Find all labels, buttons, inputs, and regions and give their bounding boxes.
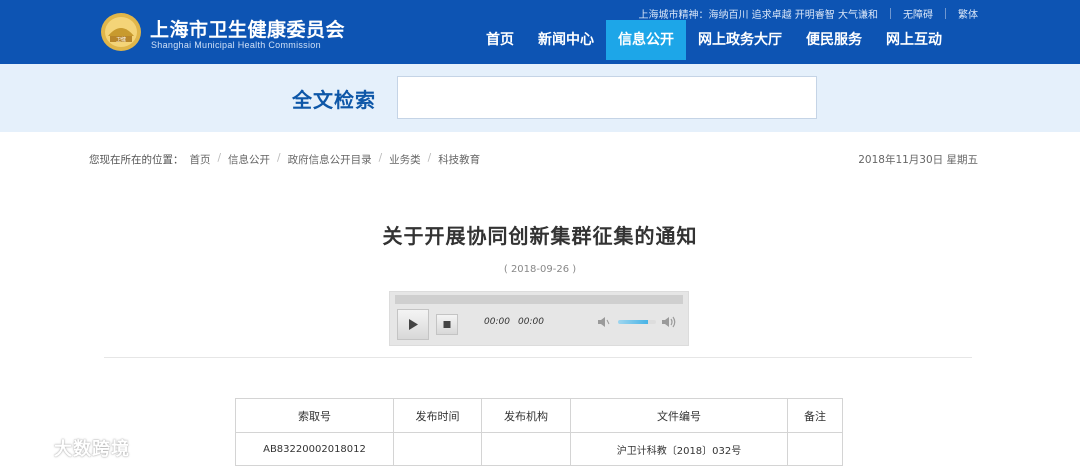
audio-player: 00:00 00:00: [389, 291, 689, 346]
city-slogan: 上海城市精神：海纳百川 追求卓越 开明睿智 大气谦和: [638, 9, 878, 21]
search-label: 全文检索: [292, 88, 376, 112]
current-time: 00:00: [484, 317, 510, 327]
stop-button[interactable]: [436, 314, 458, 335]
table-header-cell: 发布时间: [393, 398, 482, 433]
article-title: 关于开展协同创新集群征集的通知: [382, 224, 698, 248]
stop-icon: [443, 321, 451, 328]
accessibility-link[interactable]: 无障碍: [903, 6, 933, 21]
nav-item-news[interactable]: 新闻中心: [526, 20, 606, 60]
table-header-cell: 文件编号: [570, 398, 788, 433]
emblem-logo-icon[interactable]: 卫健: [100, 12, 142, 52]
site-header: 卫健 上海市卫生健康委员会 Shanghai Municipal Health …: [0, 0, 1080, 64]
breadcrumb-item-catalog[interactable]: 政府信息公开目录: [288, 152, 372, 167]
table-cell: [787, 432, 843, 466]
breadcrumb-item-business[interactable]: 业务类: [389, 152, 421, 167]
document-info-table: 索取号 发布时间 发布机构 文件编号 备注 AB83220002018012 沪…: [235, 398, 843, 466]
duration-time: 00:00: [518, 317, 544, 327]
search-input[interactable]: [397, 76, 817, 119]
breadcrumb-separator: /: [217, 152, 222, 164]
breadcrumb-separator: /: [378, 152, 383, 164]
table-header-cell: 备注: [787, 398, 843, 433]
main-navigation: 首页 新闻中心 信息公开 网上政务大厅 便民服务 网上互动: [474, 20, 954, 60]
play-button[interactable]: [397, 309, 429, 340]
table-cell: 沪卫计科教〔2018〕032号: [570, 432, 788, 466]
play-icon: [409, 319, 418, 330]
nav-item-public-services[interactable]: 便民服务: [794, 20, 874, 60]
table-cell: AB83220002018012: [235, 432, 394, 466]
table-cell: [393, 432, 482, 466]
article-date: ( 2018-09-26 ): [503, 264, 577, 275]
nav-item-interaction[interactable]: 网上互动: [874, 20, 954, 60]
breadcrumb-separator: /: [427, 152, 432, 164]
content-divider: [104, 357, 972, 358]
site-title[interactable]: 上海市卫生健康委员会: [150, 15, 345, 42]
breadcrumb: 您现在所在的位置： 首页 / 信息公开 / 政府信息公开目录 / 业务类 / 科…: [89, 152, 480, 167]
volume-mute-icon[interactable]: [597, 315, 611, 329]
breadcrumb-prefix: 您现在所在的位置：: [89, 154, 184, 166]
watermark-logo-icon: [10, 438, 43, 459]
breadcrumb-item-info-disclosure[interactable]: 信息公开: [228, 152, 270, 167]
volume-level-fill: [618, 320, 649, 324]
table-header-cell: 发布机构: [481, 398, 571, 433]
table-row: AB83220002018012 沪卫计科教〔2018〕032号: [235, 432, 843, 466]
nav-item-home[interactable]: 首页: [474, 20, 526, 60]
divider: [945, 7, 946, 19]
breadcrumb-item-science-education[interactable]: 科技教育: [438, 152, 480, 167]
divider: [890, 7, 891, 19]
traditional-chinese-link[interactable]: 繁体: [958, 6, 978, 21]
nav-item-info-disclosure[interactable]: 信息公开: [606, 20, 686, 60]
current-date: 2018年11月30日 星期五: [858, 154, 978, 166]
emblem-text: 卫健: [116, 36, 126, 43]
volume-slider[interactable]: [618, 320, 656, 324]
table-header-row: 索取号 发布时间 发布机构 文件编号 备注: [235, 398, 843, 433]
top-utility-bar: 上海城市精神：海纳百川 追求卓越 开明睿智 大气谦和 无障碍 繁体: [638, 5, 978, 21]
watermark-text: 大数跨境: [54, 439, 130, 460]
volume-max-icon[interactable]: [661, 315, 678, 329]
site-title-english: Shanghai Municipal Health Commission: [151, 40, 321, 50]
watermark: 大数跨境: [8, 434, 130, 462]
nav-item-online-services[interactable]: 网上政务大厅: [686, 20, 794, 60]
table-cell: [481, 432, 571, 466]
audio-progress-bar[interactable]: [395, 295, 683, 304]
table-header-cell: 索取号: [235, 398, 394, 433]
breadcrumb-separator: /: [277, 152, 281, 164]
breadcrumb-item-home[interactable]: 首页: [190, 152, 211, 167]
